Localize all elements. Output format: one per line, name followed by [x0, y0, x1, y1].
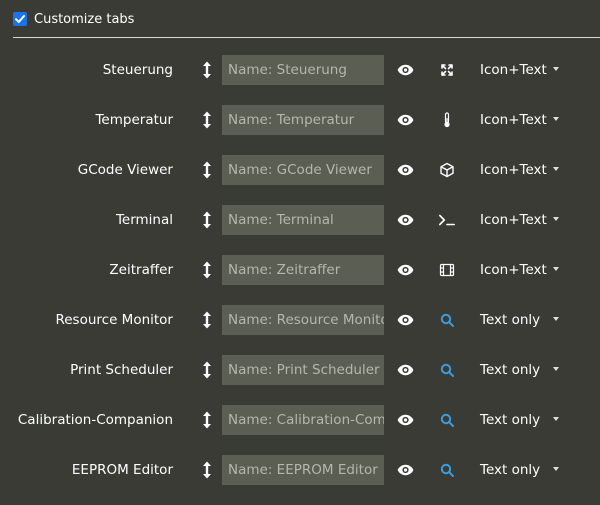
tab-name-input[interactable] — [222, 205, 384, 235]
caret-down-icon — [553, 467, 559, 471]
tab-name-input[interactable] — [222, 105, 384, 135]
search-icon[interactable] — [438, 311, 456, 329]
display-mode-value: Icon+Text — [480, 212, 547, 228]
tab-row: EEPROM Editor Text only — [0, 455, 600, 485]
visibility-eye-icon[interactable] — [396, 262, 414, 278]
caret-down-icon — [553, 367, 559, 371]
display-mode-value: Icon+Text — [480, 262, 547, 278]
caret-down-icon — [553, 67, 559, 71]
display-mode-value: Icon+Text — [480, 112, 547, 128]
caret-down-icon — [553, 267, 559, 271]
search-icon[interactable] — [438, 411, 456, 429]
display-mode-dropdown[interactable]: Icon+Text — [473, 205, 567, 235]
display-mode-value: Icon+Text — [480, 62, 547, 78]
tab-label: EEPROM Editor — [71, 462, 173, 478]
display-mode-value: Text only — [480, 412, 541, 428]
customize-tabs-panel: Customize tabs SteuerungIcon+TextTempera… — [0, 0, 600, 505]
search-icon[interactable] — [438, 361, 456, 379]
tab-label: Calibration-Companion — [17, 412, 173, 428]
thermometer-icon[interactable] — [438, 111, 456, 129]
visibility-eye-icon[interactable] — [396, 412, 414, 428]
visibility-eye-icon[interactable] — [396, 362, 414, 378]
visibility-eye-icon[interactable] — [396, 62, 414, 78]
tab-row: Terminal Icon+Text — [0, 205, 600, 235]
tab-label: Print Scheduler — [70, 362, 173, 378]
tab-label: Steuerung — [102, 62, 173, 78]
tab-row: Resource Monitor Text only — [0, 305, 600, 335]
caret-down-icon — [553, 317, 559, 321]
tab-label: Resource Monitor — [55, 312, 173, 328]
search-icon[interactable] — [438, 461, 456, 479]
visibility-eye-icon[interactable] — [396, 212, 414, 228]
drag-handle-icon[interactable] — [199, 260, 215, 280]
tab-label: Zeitraffer — [109, 262, 173, 278]
tab-row: GCode Viewer Icon+Text — [0, 155, 600, 185]
tab-name-input[interactable] — [222, 405, 384, 435]
drag-handle-icon[interactable] — [199, 110, 215, 130]
tab-row: Calibration-Companion Text only — [0, 405, 600, 435]
tab-row: Zeitraffer Icon+Text — [0, 255, 600, 285]
drag-handle-icon[interactable] — [199, 210, 215, 230]
tab-name-input[interactable] — [222, 255, 384, 285]
display-mode-value: Icon+Text — [480, 162, 547, 178]
tab-label: GCode Viewer — [77, 162, 173, 178]
display-mode-dropdown[interactable]: Icon+Text — [473, 105, 567, 135]
display-mode-dropdown[interactable]: Icon+Text — [473, 55, 567, 85]
caret-down-icon — [553, 417, 559, 421]
drag-handle-icon[interactable] — [199, 460, 215, 480]
display-mode-dropdown[interactable]: Text only — [473, 355, 567, 385]
tab-row: Print Scheduler Text only — [0, 355, 600, 385]
customize-tabs-checkbox[interactable] — [13, 12, 27, 26]
display-mode-dropdown[interactable]: Icon+Text — [473, 155, 567, 185]
display-mode-dropdown[interactable]: Text only — [473, 455, 567, 485]
display-mode-dropdown[interactable]: Icon+Text — [473, 255, 567, 285]
visibility-eye-icon[interactable] — [396, 312, 414, 328]
customize-tabs-header: Customize tabs — [13, 9, 134, 29]
tab-label: Terminal — [115, 212, 173, 228]
tab-row: Temperatur Icon+Text — [0, 105, 600, 135]
caret-down-icon — [553, 117, 559, 121]
tab-name-input[interactable] — [222, 155, 384, 185]
visibility-eye-icon[interactable] — [396, 162, 414, 178]
display-mode-value: Text only — [480, 312, 541, 328]
customize-tabs-label: Customize tabs — [34, 11, 135, 27]
display-mode-value: Text only — [480, 462, 541, 478]
tab-name-input[interactable] — [222, 355, 384, 385]
drag-handle-icon[interactable] — [199, 160, 215, 180]
header-divider — [13, 37, 600, 38]
drag-handle-icon[interactable] — [199, 360, 215, 380]
caret-down-icon — [553, 217, 559, 221]
display-mode-value: Text only — [480, 362, 541, 378]
checkmark-icon — [15, 15, 25, 23]
display-mode-dropdown[interactable]: Text only — [473, 405, 567, 435]
cube-icon[interactable] — [438, 161, 456, 179]
visibility-eye-icon[interactable] — [396, 462, 414, 478]
drag-handle-icon[interactable] — [199, 310, 215, 330]
visibility-eye-icon[interactable] — [396, 112, 414, 128]
film-icon[interactable] — [438, 261, 456, 279]
tab-row: Steuerung Icon+Text — [0, 55, 600, 85]
display-mode-dropdown[interactable]: Text only — [473, 305, 567, 335]
tab-label: Temperatur — [95, 112, 173, 128]
tab-name-input[interactable] — [222, 305, 384, 335]
fullscreen-icon[interactable] — [438, 61, 456, 79]
tab-name-input[interactable] — [222, 55, 384, 85]
terminal-icon[interactable] — [438, 211, 456, 229]
tab-name-input[interactable] — [222, 455, 384, 485]
drag-handle-icon[interactable] — [199, 410, 215, 430]
drag-handle-icon[interactable] — [199, 60, 215, 80]
caret-down-icon — [553, 167, 559, 171]
